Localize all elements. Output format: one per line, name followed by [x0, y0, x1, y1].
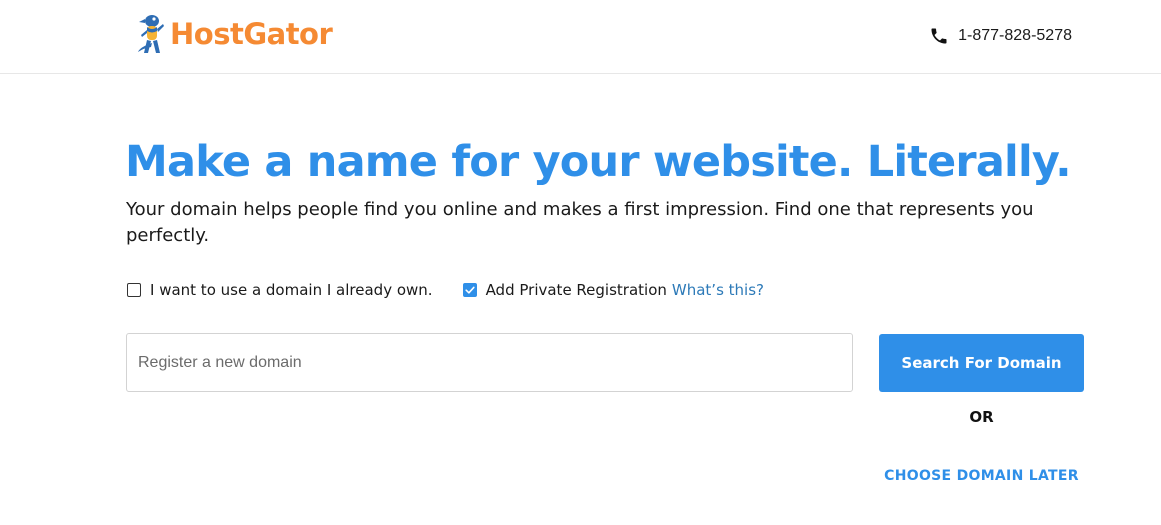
site-header: HostGator 1-877-828-5278 — [0, 0, 1161, 74]
private-registration-option[interactable]: Add Private Registration — [462, 281, 667, 299]
domain-options: I want to use a domain I already own. Ad… — [127, 281, 764, 299]
hostgator-logo[interactable]: HostGator — [136, 12, 333, 56]
checkmark-icon — [464, 286, 475, 294]
phone-contact[interactable]: 1-877-828-5278 — [929, 26, 1072, 46]
or-divider-label: OR — [969, 408, 994, 426]
search-domain-button[interactable]: Search For Domain — [879, 334, 1084, 392]
private-registration-label: Add Private Registration — [485, 281, 667, 299]
own-domain-checkbox[interactable] — [127, 283, 141, 297]
private-registration-checkbox[interactable] — [462, 283, 477, 297]
page-headline: Make a name for your website. Literally. — [125, 137, 1072, 187]
gator-mascot-icon — [138, 15, 164, 53]
own-domain-option[interactable]: I want to use a domain I already own. — [127, 281, 433, 299]
own-domain-label: I want to use a domain I already own. — [150, 281, 433, 299]
choose-domain-later-link[interactable]: CHOOSE DOMAIN LATER — [879, 468, 1084, 484]
logo-text: HostGator — [170, 16, 333, 51]
whats-this-link[interactable]: What’s this? — [672, 281, 764, 299]
phone-number: 1-877-828-5278 — [958, 27, 1072, 44]
phone-icon — [931, 28, 947, 44]
page-subtext: Your domain helps people find you online… — [126, 199, 1034, 246]
domain-search-input[interactable] — [126, 333, 853, 392]
